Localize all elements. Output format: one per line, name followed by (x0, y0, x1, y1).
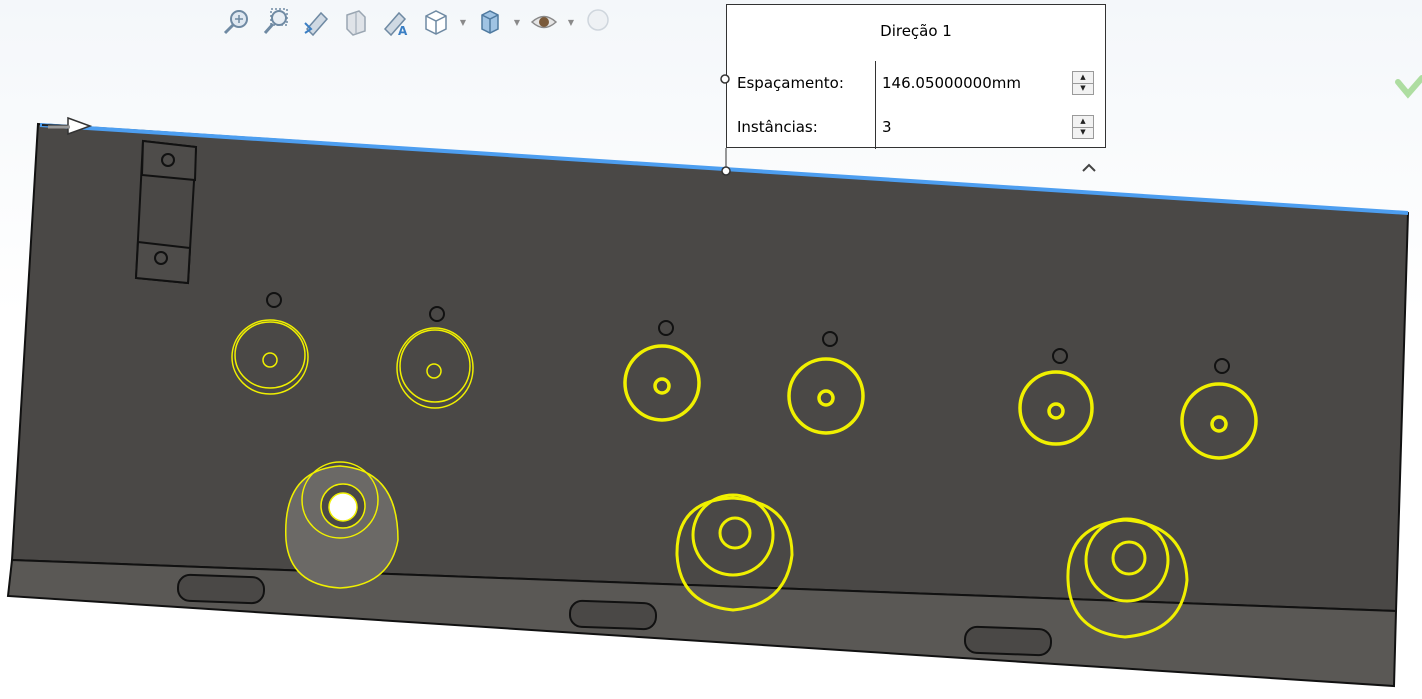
callout-title: Direção 1 (880, 22, 952, 40)
zoom-to-area-icon[interactable] (258, 4, 294, 40)
chevron-up-icon[interactable] (1079, 160, 1099, 174)
instances-row: Instâncias: ▲ ▼ (727, 105, 1105, 149)
spacing-label: Espaçamento: (737, 74, 844, 92)
hide-show-items-icon[interactable] (526, 4, 562, 40)
dynamic-annotation-views-icon[interactable]: A (378, 4, 414, 40)
spacing-field: ▲ ▼ (875, 61, 1105, 105)
spacing-input[interactable] (882, 71, 1052, 95)
zoom-to-fit-icon[interactable] (218, 4, 254, 40)
display-style-icon[interactable] (472, 4, 508, 40)
graphics-area[interactable] (0, 0, 1422, 699)
view-orientation-icon[interactable] (418, 4, 454, 40)
instances-spinner[interactable]: ▲ ▼ (1072, 115, 1094, 139)
instances-field: ▲ ▼ (875, 105, 1105, 149)
instances-increment-button[interactable]: ▲ (1073, 116, 1093, 127)
spacing-increment-button[interactable]: ▲ (1073, 72, 1093, 83)
bracket-feature[interactable] (134, 139, 198, 285)
hide-show-items-dropdown[interactable]: ▼ (566, 4, 576, 40)
callout-anchor-icon (720, 74, 730, 84)
checkmark-icon[interactable] (1395, 75, 1422, 99)
pattern-direction-callout: Direção 1 Espaçamento: ▲ ▼ Instâncias: ▲… (726, 4, 1106, 149)
instances-input[interactable] (882, 115, 1052, 139)
spacing-row: Espaçamento: ▲ ▼ (727, 61, 1105, 105)
spacing-spinner[interactable]: ▲ ▼ (1072, 71, 1094, 95)
display-style-dropdown[interactable]: ▼ (512, 4, 522, 40)
section-view-icon[interactable] (338, 4, 374, 40)
svg-text:A: A (398, 24, 408, 37)
previous-view-icon[interactable] (298, 4, 334, 40)
edit-appearance-icon[interactable] (580, 4, 616, 40)
view-orientation-dropdown[interactable]: ▼ (458, 4, 468, 40)
instances-decrement-button[interactable]: ▼ (1073, 126, 1093, 139)
spacing-decrement-button[interactable]: ▼ (1073, 82, 1093, 95)
part-top-face[interactable] (10, 122, 1410, 613)
instances-label: Instâncias: (737, 118, 818, 136)
heads-up-view-toolbar: A ▼ ▼ ▼ (218, 2, 728, 42)
spacing-handle[interactable] (721, 166, 731, 176)
